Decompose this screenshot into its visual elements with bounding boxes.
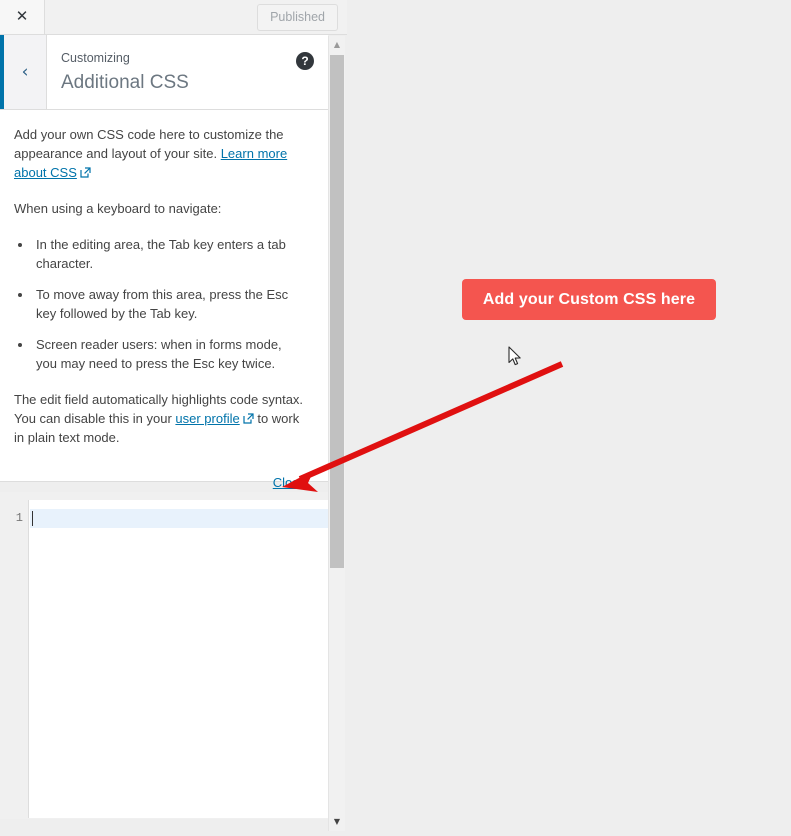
scroll-up-arrow-icon[interactable]: ▲ xyxy=(329,36,345,53)
user-profile-link[interactable]: user profile xyxy=(175,411,239,426)
panel-header: ‹ Customizing Additional CSS ? xyxy=(0,35,328,110)
page-title: Additional CSS xyxy=(61,72,189,93)
active-line-highlight xyxy=(30,509,328,528)
user-profile-label: user profile xyxy=(175,411,240,426)
chevron-left-icon: ‹ xyxy=(21,62,29,82)
additional-css-editor[interactable]: 1 xyxy=(0,492,328,819)
help-circle-icon[interactable]: ? xyxy=(296,52,314,70)
close-icon[interactable]: ✕ xyxy=(0,0,45,34)
intro-paragraph: Add your own CSS code here to customize … xyxy=(14,125,306,182)
external-link-icon xyxy=(243,413,254,424)
external-link-icon xyxy=(80,167,91,178)
site-preview-pane: Add your Custom CSS here xyxy=(347,0,791,831)
css-help-description: Add your own CSS code here to customize … xyxy=(0,110,328,490)
code-input-area[interactable] xyxy=(30,500,328,818)
close-help-link[interactable]: Close xyxy=(273,475,306,490)
list-item: To move away from this area, press the E… xyxy=(33,285,306,323)
line-number: 1 xyxy=(15,511,23,525)
line-number-gutter: 1 xyxy=(0,500,29,818)
syntax-paragraph: The edit field automatically highlights … xyxy=(14,390,306,447)
panel-eyebrow: Customizing xyxy=(61,51,130,65)
code-surface[interactable]: 1 xyxy=(0,500,328,818)
keyboard-heading: When using a keyboard to navigate: xyxy=(14,201,222,216)
list-item: Screen reader users: when in forms mode,… xyxy=(33,335,306,373)
scrollbar-thumb[interactable] xyxy=(330,55,344,568)
keyboard-bullet-list: In the editing area, the Tab key enters … xyxy=(14,235,306,373)
list-item: In the editing area, the Tab key enters … xyxy=(33,235,306,273)
add-custom-css-here-button[interactable]: Add your Custom CSS here xyxy=(462,279,716,320)
text-caret xyxy=(32,511,33,526)
publish-button[interactable]: Published xyxy=(257,4,338,31)
customizer-topbar: ✕ Published xyxy=(0,0,347,35)
customizer-sidebar: ✕ Published ‹ Customizing Additional CSS… xyxy=(0,0,347,831)
back-button[interactable]: ‹ xyxy=(0,35,47,109)
customizer-scrollbar[interactable]: ▲ ▼ xyxy=(328,36,345,831)
customizer-screen: Add your Custom CSS here ✕ Published ‹ C… xyxy=(0,0,791,831)
panel-title-group: Customizing Additional CSS xyxy=(61,51,189,96)
close-link-row: Close xyxy=(14,473,306,492)
scroll-down-arrow-icon[interactable]: ▼ xyxy=(329,813,345,830)
